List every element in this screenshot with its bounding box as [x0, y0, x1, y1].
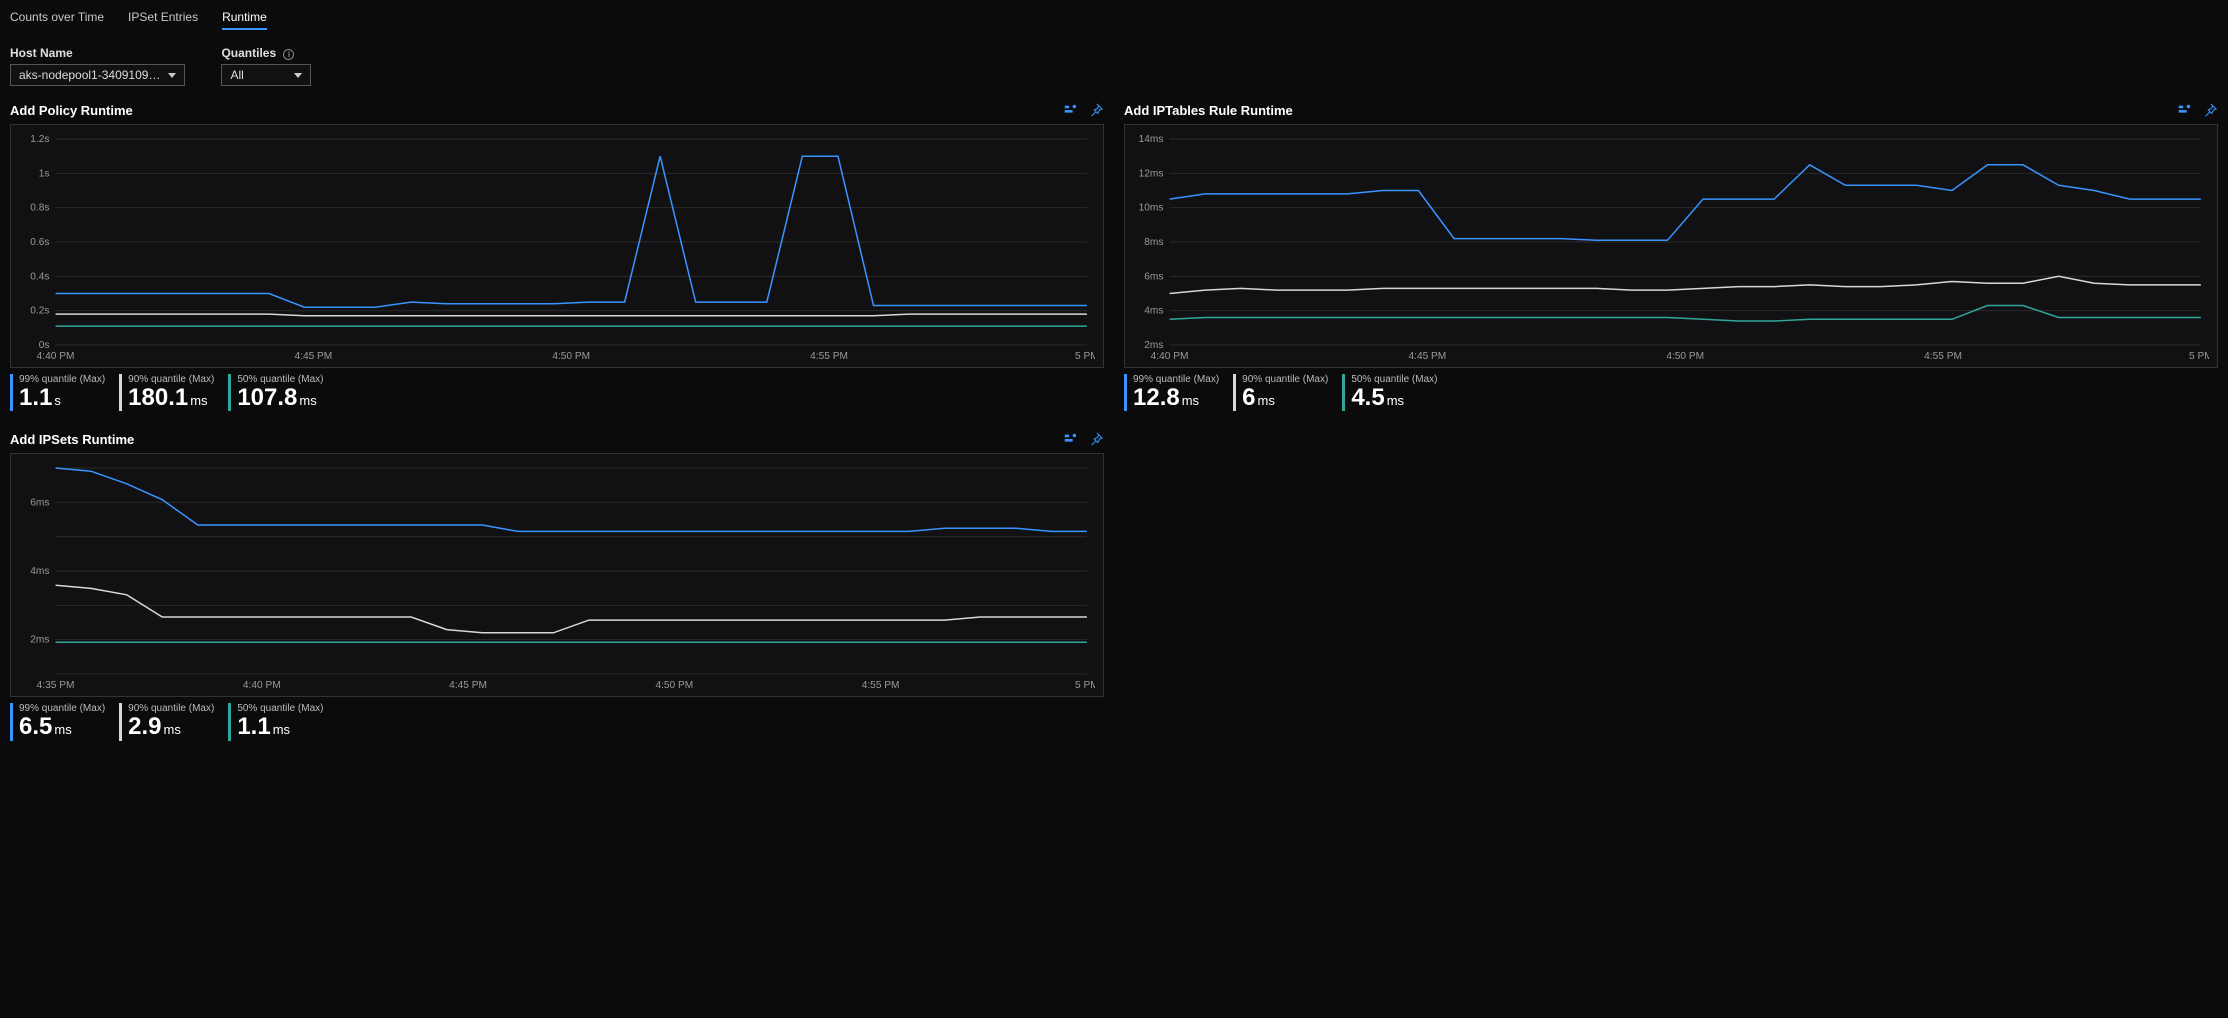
tab-ipset-entries[interactable]: IPSet Entries — [128, 10, 198, 30]
log-analytics-icon[interactable] — [1062, 431, 1078, 447]
svg-text:4:40 PM: 4:40 PM — [243, 680, 281, 691]
svg-text:4ms: 4ms — [1144, 306, 1163, 317]
panel-title: Add IPSets Runtime — [10, 432, 134, 447]
stats-row: 99% quantile (Max) 6.5ms 90% quantile (M… — [10, 703, 1104, 740]
svg-text:4ms: 4ms — [30, 566, 49, 577]
tab-counts-over-time[interactable]: Counts over Time — [10, 10, 104, 30]
stat-p50: 50% quantile (Max) 1.1ms — [228, 703, 337, 740]
info-icon[interactable]: i — [283, 49, 294, 60]
filter-row: Host Name aks-nodepool1-3409109… Quantil… — [10, 46, 2218, 86]
pin-icon[interactable] — [1088, 102, 1104, 118]
svg-text:8ms: 8ms — [1144, 237, 1163, 248]
chart-add-policy[interactable]: 0s 0.2s 0.4s 0.6s 0.8s 1s 1.2s 4:40 PM 4:45 PM 4:… — [10, 124, 1104, 368]
svg-text:1.2s: 1.2s — [30, 134, 49, 145]
filter-quantiles: Quantiles i All — [221, 46, 311, 86]
svg-text:4:55 PM: 4:55 PM — [810, 351, 848, 362]
panel-add-policy: Add Policy Runtime 0s 0.2s 0.4s 0.6s 0.8s 1s 1… — [10, 102, 1104, 411]
svg-text:4:50 PM: 4:50 PM — [552, 351, 590, 362]
panel-add-iptables: Add IPTables Rule Runtime 2ms 4ms 6ms 8ms 10… — [1124, 102, 2218, 411]
log-analytics-icon[interactable] — [2176, 102, 2192, 118]
svg-text:2ms: 2ms — [1144, 340, 1163, 351]
svg-text:5 PM: 5 PM — [2189, 351, 2209, 362]
svg-text:12ms: 12ms — [1139, 168, 1164, 179]
svg-text:4:35 PM: 4:35 PM — [37, 680, 75, 691]
svg-text:0.4s: 0.4s — [30, 271, 49, 282]
svg-text:1s: 1s — [39, 168, 50, 179]
svg-text:4:55 PM: 4:55 PM — [1924, 351, 1962, 362]
tab-runtime[interactable]: Runtime — [222, 10, 267, 30]
stat-p50: 50% quantile (Max) 107.8ms — [228, 374, 337, 411]
svg-text:4:45 PM: 4:45 PM — [294, 351, 332, 362]
pin-icon[interactable] — [1088, 431, 1104, 447]
host-select[interactable]: aks-nodepool1-3409109… — [10, 64, 185, 86]
svg-text:4:40 PM: 4:40 PM — [37, 351, 75, 362]
svg-text:0.8s: 0.8s — [30, 203, 49, 214]
svg-text:0s: 0s — [39, 340, 50, 351]
svg-text:4:45 PM: 4:45 PM — [1408, 351, 1446, 362]
svg-text:5 PM: 5 PM — [1075, 351, 1095, 362]
svg-text:5 PM: 5 PM — [1075, 680, 1095, 691]
svg-text:4:55 PM: 4:55 PM — [862, 680, 900, 691]
quantiles-select-value: All — [230, 68, 243, 82]
chart-add-iptables[interactable]: 2ms 4ms 6ms 8ms 10ms 12ms 14ms 4:40 PM 4:45 PM 4:… — [1124, 124, 2218, 368]
filter-host: Host Name aks-nodepool1-3409109… — [10, 46, 185, 86]
stat-p90: 90% quantile (Max) 6ms — [1233, 374, 1342, 411]
svg-text:4:50 PM: 4:50 PM — [1666, 351, 1704, 362]
svg-text:0.2s: 0.2s — [30, 306, 49, 317]
pin-icon[interactable] — [2202, 102, 2218, 118]
svg-text:14ms: 14ms — [1139, 134, 1164, 145]
svg-text:6ms: 6ms — [1144, 271, 1163, 282]
panel-title: Add IPTables Rule Runtime — [1124, 103, 1293, 118]
stat-p99: 99% quantile (Max) 12.8ms — [1124, 374, 1233, 411]
svg-text:6ms: 6ms — [30, 498, 49, 509]
stat-p90: 90% quantile (Max) 2.9ms — [119, 703, 228, 740]
chart-add-ipsets[interactable]: 2ms 4ms 6ms 4:35 PM 4:40 PM 4:45 PM 4:50 PM 4:5… — [10, 453, 1104, 697]
host-select-value: aks-nodepool1-3409109… — [19, 68, 160, 82]
svg-text:2ms: 2ms — [30, 635, 49, 646]
svg-text:4:45 PM: 4:45 PM — [449, 680, 487, 691]
svg-text:4:50 PM: 4:50 PM — [655, 680, 693, 691]
host-label: Host Name — [10, 46, 185, 60]
stat-p99: 99% quantile (Max) 6.5ms — [10, 703, 119, 740]
stat-p99: 99% quantile (Max) 1.1s — [10, 374, 119, 411]
log-analytics-icon[interactable] — [1062, 102, 1078, 118]
tab-bar: Counts over Time IPSet Entries Runtime — [10, 6, 2218, 38]
stat-p90: 90% quantile (Max) 180.1ms — [119, 374, 228, 411]
svg-text:4:40 PM: 4:40 PM — [1151, 351, 1189, 362]
panel-add-ipsets: Add IPSets Runtime 2ms 4ms 6ms 4:35 PM 4:40 … — [10, 431, 1104, 740]
svg-text:10ms: 10ms — [1139, 203, 1164, 214]
stats-row: 99% quantile (Max) 1.1s 90% quantile (Ma… — [10, 374, 1104, 411]
stat-p50: 50% quantile (Max) 4.5ms — [1342, 374, 1451, 411]
svg-text:0.6s: 0.6s — [30, 237, 49, 248]
chart-grid: Add Policy Runtime 0s 0.2s 0.4s 0.6s 0.8s 1s 1… — [10, 102, 2218, 741]
quantiles-select[interactable]: All — [221, 64, 311, 86]
stats-row: 99% quantile (Max) 12.8ms 90% quantile (… — [1124, 374, 2218, 411]
panel-title: Add Policy Runtime — [10, 103, 133, 118]
quantiles-label: Quantiles i — [221, 46, 311, 60]
